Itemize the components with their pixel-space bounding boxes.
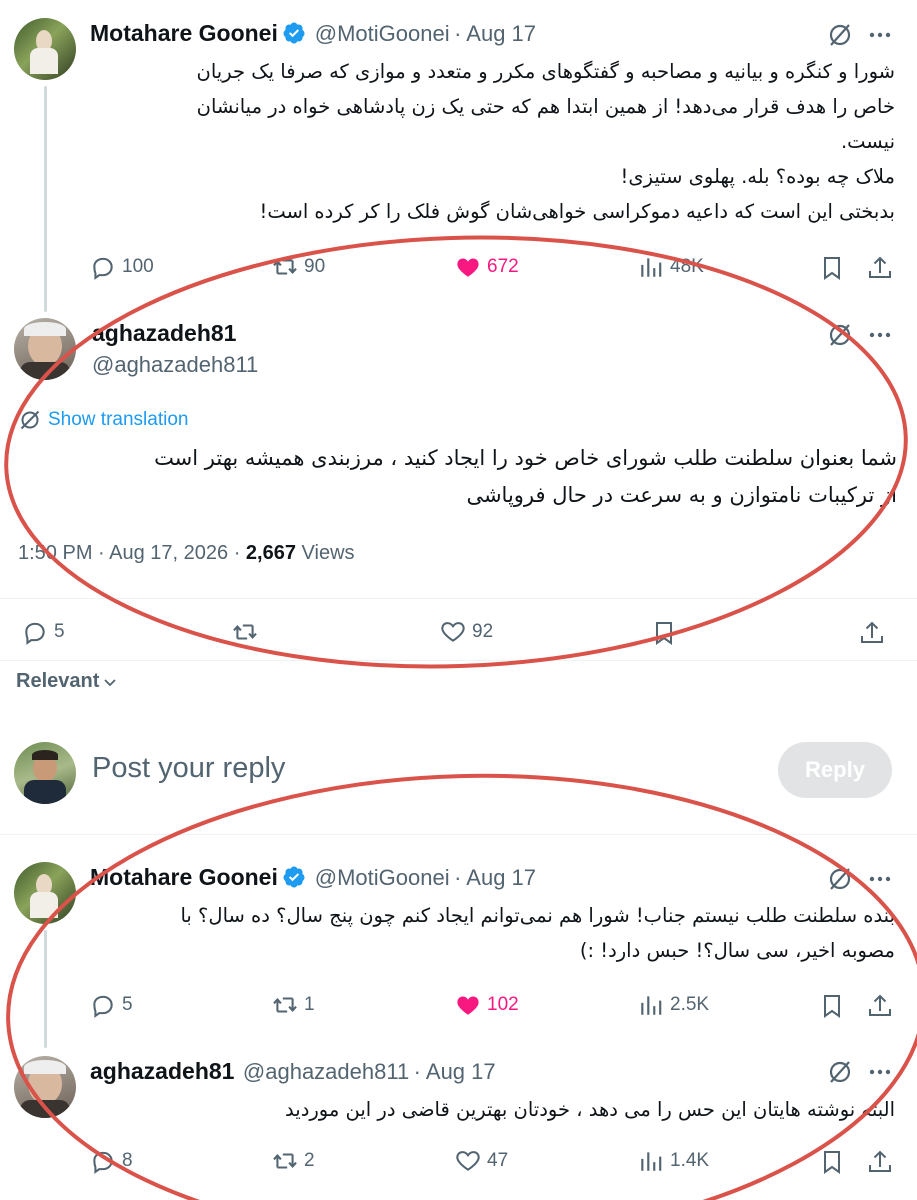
like-button[interactable]: 92 xyxy=(440,619,493,645)
tweet-date[interactable]: Aug 17 xyxy=(466,865,536,890)
heart-icon xyxy=(441,622,465,642)
like-count: 102 xyxy=(487,994,519,1015)
sort-label: Relevant xyxy=(16,670,100,692)
author-handle[interactable]: @aghazadeh811 xyxy=(92,352,258,378)
like-button[interactable]: 672 xyxy=(455,254,519,280)
author-handle[interactable]: @aghazadeh811 xyxy=(243,1059,409,1084)
heart-filled-icon xyxy=(457,996,479,1015)
bookmark-icon[interactable] xyxy=(818,1148,846,1176)
retweet-icon xyxy=(273,997,297,1013)
views-button[interactable]: 2.5K xyxy=(638,992,709,1018)
share-icon[interactable] xyxy=(866,1148,894,1176)
share-icon[interactable] xyxy=(866,254,894,282)
author-name[interactable]: aghazadeh81 xyxy=(92,320,236,347)
avatar[interactable] xyxy=(14,742,76,804)
retweet-icon xyxy=(233,624,257,640)
reply-input[interactable]: Post your reply xyxy=(92,752,285,785)
author-handle[interactable]: @MotiGoonei xyxy=(315,21,450,46)
share-icon[interactable] xyxy=(866,992,894,1020)
chevron-down-icon xyxy=(104,678,117,686)
retweet-button[interactable]: 2 xyxy=(272,1148,315,1174)
more-options-icon[interactable] xyxy=(866,865,894,893)
views-count: 2,667 xyxy=(245,542,296,564)
like-count: 92 xyxy=(472,621,494,642)
tweet-meta: 1:50 PM · Aug 17, 2026 · 2,667 Views xyxy=(18,542,355,565)
retweet-icon xyxy=(273,1153,297,1169)
views-icon xyxy=(641,996,662,1015)
views-icon xyxy=(641,258,662,277)
like-button[interactable]: 47 xyxy=(455,1148,508,1174)
avatar[interactable] xyxy=(14,862,76,924)
views-button[interactable]: 48K xyxy=(638,254,704,280)
show-translation-link[interactable]: Show translation xyxy=(18,408,188,432)
retweet-count: 1 xyxy=(304,994,315,1015)
avatar[interactable] xyxy=(14,318,76,380)
more-options-icon[interactable] xyxy=(866,1058,894,1086)
author-handle[interactable]: @MotiGoonei xyxy=(315,865,450,890)
reply-button[interactable]: Reply xyxy=(778,742,892,798)
tweet-text: شما بعنوان سلطنت طلب شورای خاص خود را ای… xyxy=(154,446,897,507)
retweet-icon xyxy=(273,259,297,275)
verified-badge-icon xyxy=(283,22,305,44)
retweet-count: 90 xyxy=(304,256,326,277)
share-icon[interactable] xyxy=(858,619,886,647)
reply-icon xyxy=(93,995,113,1018)
grok-icon[interactable] xyxy=(826,1058,854,1086)
annotation-ellipse-bottom xyxy=(6,773,917,1200)
reply-button[interactable]: 5 xyxy=(90,992,133,1018)
avatar[interactable] xyxy=(14,1056,76,1118)
retweet-count: 2 xyxy=(304,1150,315,1171)
retweet-button[interactable] xyxy=(232,619,258,645)
translate-icon xyxy=(20,410,40,430)
retweet-button[interactable]: 90 xyxy=(272,254,325,280)
views-count: 2.5K xyxy=(670,994,710,1015)
views-icon xyxy=(641,1152,662,1171)
more-options-icon[interactable] xyxy=(866,321,894,349)
views-label: Views xyxy=(295,542,355,564)
grok-icon[interactable] xyxy=(826,865,854,893)
bookmark-icon[interactable] xyxy=(818,254,846,282)
reply-count: 5 xyxy=(122,994,133,1015)
author-name[interactable]: aghazadeh81 xyxy=(90,1058,234,1084)
reply-button[interactable]: 100 xyxy=(90,254,154,280)
reply-count: 5 xyxy=(54,621,65,642)
grok-icon[interactable] xyxy=(826,321,854,349)
heart-icon xyxy=(456,1151,480,1171)
tweet-date[interactable]: Aug 17 xyxy=(426,1059,496,1084)
tweet-text: شورا و کنگره و بیانیه و مصاحبه و گفتگوها… xyxy=(196,60,895,223)
reply-count: 100 xyxy=(122,256,154,277)
bookmark-icon[interactable] xyxy=(818,992,846,1020)
author-name[interactable]: Motahare Goonei xyxy=(90,20,278,46)
more-options-icon[interactable] xyxy=(866,21,894,49)
tweet-text: البته نوشته هایتان این حس را می دهد ، خو… xyxy=(285,1098,895,1121)
grok-icon[interactable] xyxy=(826,21,854,49)
reply-icon xyxy=(25,622,45,645)
bookmark-icon[interactable] xyxy=(650,619,678,647)
reply-count: 8 xyxy=(122,1150,133,1171)
retweet-button[interactable]: 1 xyxy=(272,992,315,1018)
tweet-text: بنده سلطنت طلب نیستم جناب! شورا هم نمی‌ت… xyxy=(180,904,895,962)
verified-badge-icon xyxy=(283,866,305,888)
author-name[interactable]: Motahare Goonei xyxy=(90,864,278,890)
reply-button[interactable]: 5 xyxy=(22,619,65,645)
views-count: 48K xyxy=(670,256,704,277)
like-button[interactable]: 102 xyxy=(455,992,519,1018)
sort-dropdown[interactable]: Relevant xyxy=(16,670,118,693)
reply-icon xyxy=(93,1151,113,1174)
like-count: 672 xyxy=(487,256,519,277)
tweet-date[interactable]: Aug 17 xyxy=(466,21,536,46)
like-count: 47 xyxy=(487,1150,509,1171)
tweet-timestamp[interactable]: 1:50 PM · Aug 17, 2026 · xyxy=(18,542,246,564)
reply-button[interactable]: 8 xyxy=(90,1148,133,1174)
avatar[interactable] xyxy=(14,18,76,80)
views-button[interactable]: 1.4K xyxy=(638,1148,709,1174)
views-count: 1.4K xyxy=(670,1150,710,1171)
heart-filled-icon xyxy=(457,258,479,277)
reply-icon xyxy=(93,257,113,280)
